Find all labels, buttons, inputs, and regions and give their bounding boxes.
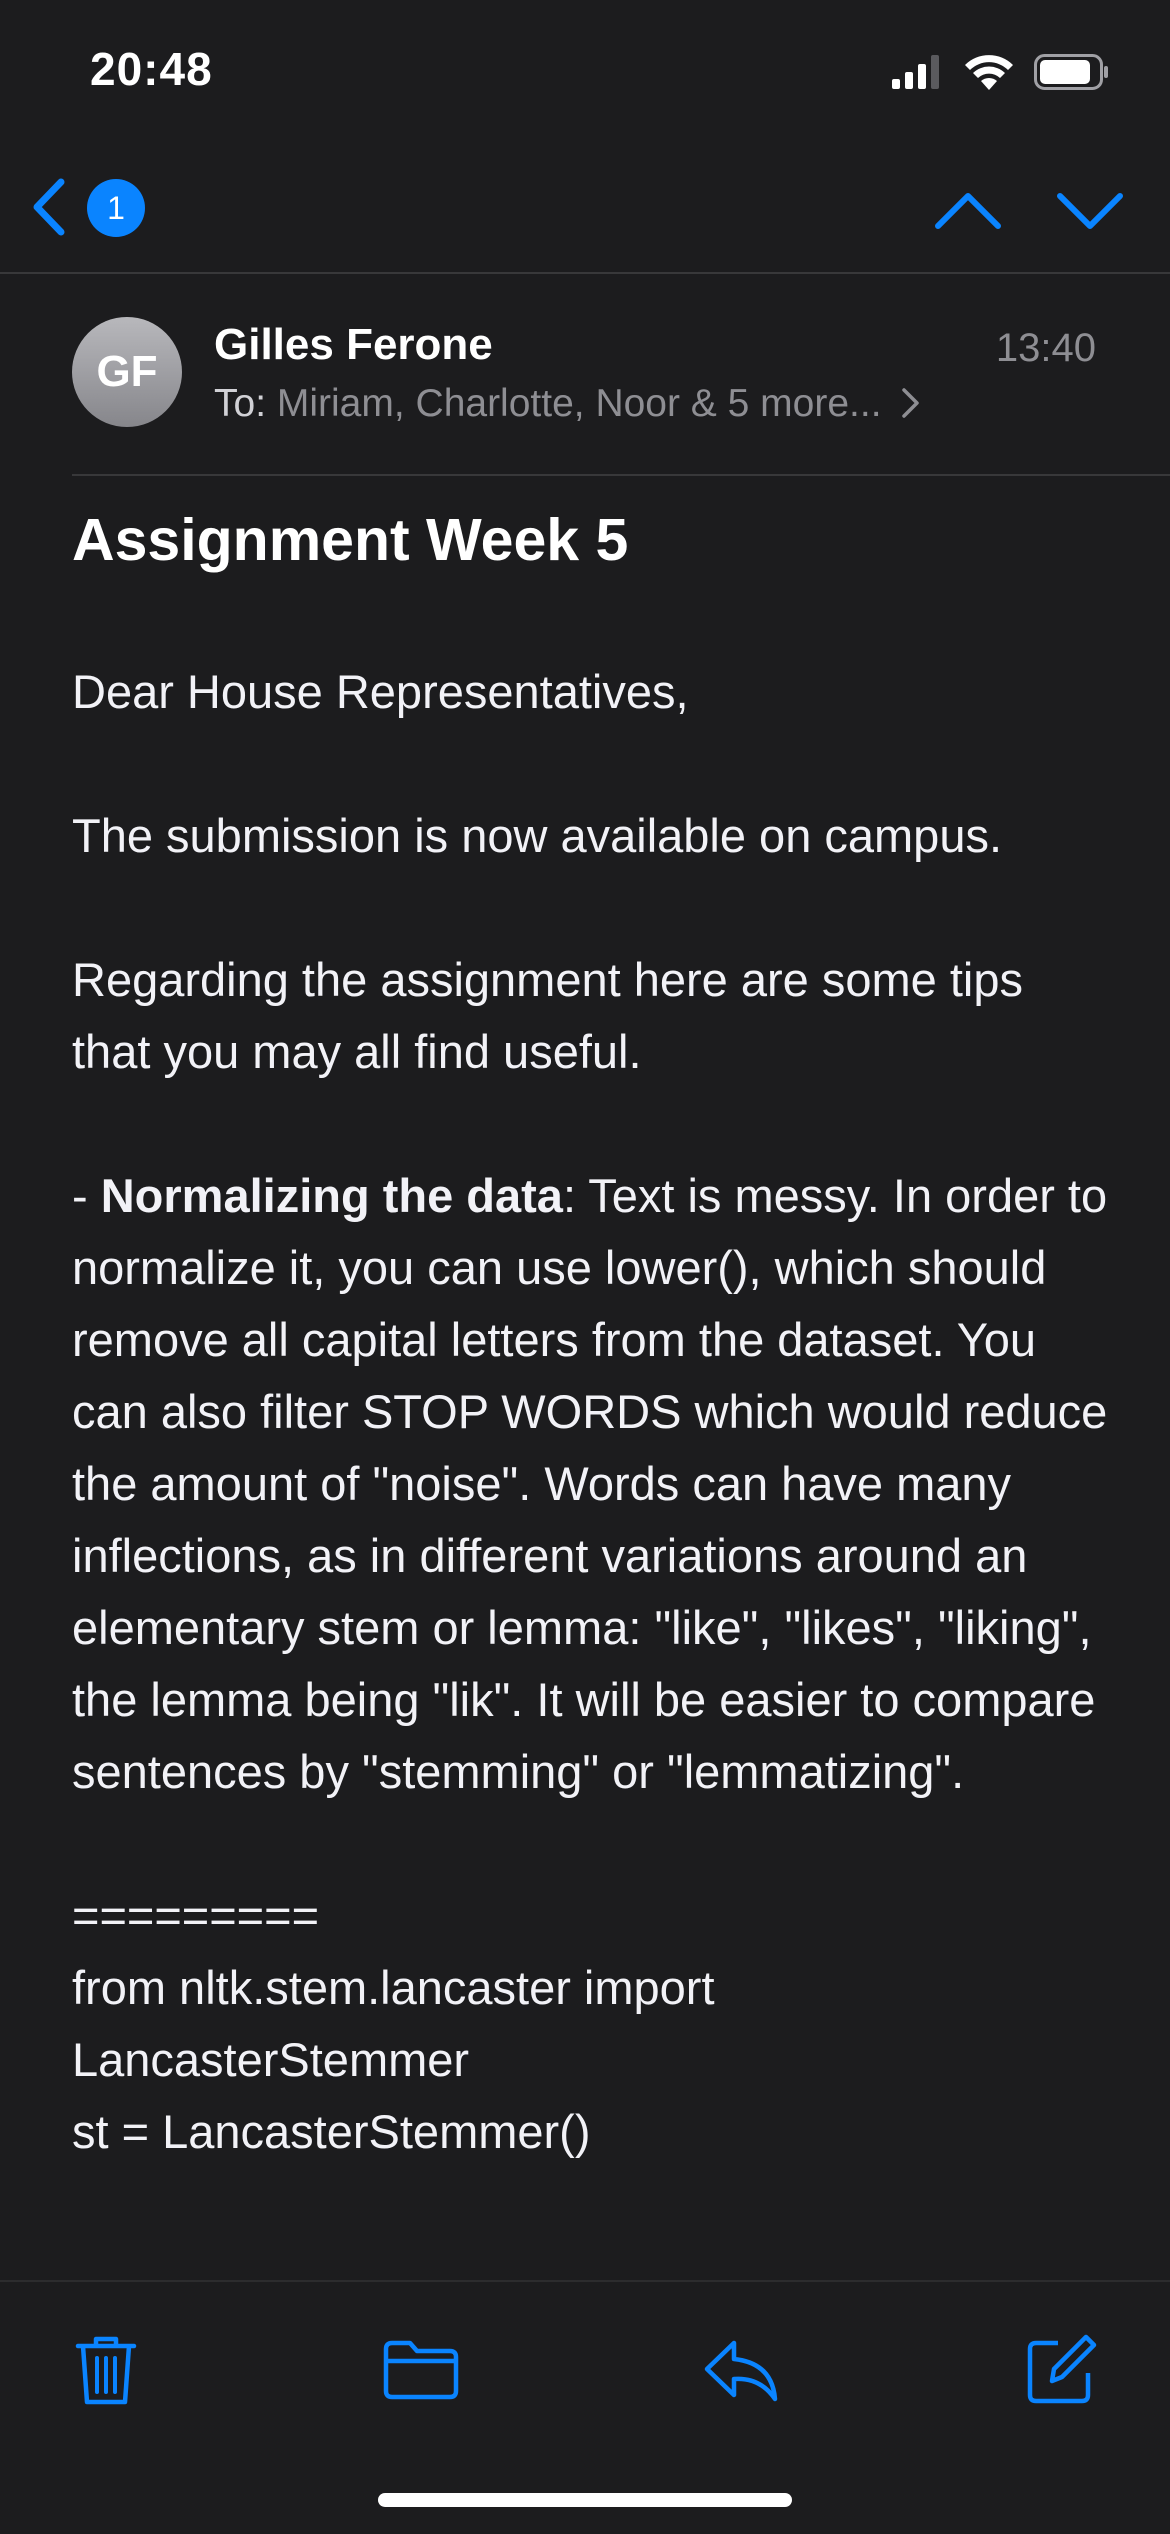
reply-button[interactable]	[701, 2330, 781, 2410]
message-time: 13:40	[995, 326, 1096, 370]
chevron-left-icon	[33, 178, 65, 236]
tip-prefix: -	[72, 1169, 101, 1222]
chevron-right-icon	[902, 388, 920, 418]
trash-icon	[75, 2336, 137, 2405]
unread-count-badge: 1	[87, 179, 145, 237]
chevron-down-icon	[1057, 193, 1123, 229]
home-indicator[interactable]	[378, 2493, 792, 2507]
avatar[interactable]: GF	[72, 317, 182, 427]
status-time: 20:48	[90, 43, 213, 95]
to-label: To:	[214, 382, 267, 425]
reply-icon	[704, 2340, 778, 2402]
tip-body: : Text is messy. In order to normalize i…	[72, 1169, 1108, 1798]
message-body: Dear House Representatives, The submissi…	[72, 656, 1112, 2168]
compose-icon	[1027, 2334, 1097, 2404]
body-paragraph: The submission is now available on campu…	[72, 809, 1003, 862]
message-header: GF Gilles Ferone 13:40 To: Miriam, Charl…	[0, 272, 1170, 477]
battery-icon	[1034, 54, 1108, 90]
back-button[interactable]	[18, 174, 78, 240]
chevron-up-icon	[935, 193, 1001, 229]
body-tip: - Normalizing the data: Text is messy. I…	[72, 1160, 1112, 1808]
body-code-line: from nltk.stem.lancaster import Lancaste…	[72, 1961, 715, 2086]
cellular-signal-icon	[892, 55, 939, 89]
recipients-list: Miriam, Charlotte, Noor & 5 more...	[276, 382, 882, 425]
move-to-folder-button[interactable]	[381, 2330, 461, 2410]
header-divider	[72, 474, 1170, 476]
body-code-line: st = LancasterStemmer()	[72, 2105, 591, 2158]
next-message-button[interactable]	[1054, 186, 1126, 236]
body-paragraph: Regarding the assignment here are some t…	[72, 953, 1023, 1078]
status-bar: 20:48	[0, 0, 1170, 150]
message-subject: Assignment Week 5	[72, 507, 629, 573]
wifi-icon	[965, 55, 1013, 90]
body-greeting: Dear House Representatives,	[72, 665, 689, 718]
previous-message-button[interactable]	[932, 186, 1004, 236]
compose-button[interactable]	[1021, 2330, 1101, 2410]
nav-bar	[0, 150, 1170, 274]
tip-title: Normalizing the data	[100, 1169, 563, 1222]
folder-icon	[383, 2340, 459, 2400]
status-icons	[892, 54, 1110, 90]
recipients-line[interactable]: To: Miriam, Charlotte, Noor & 5 more...	[214, 382, 922, 426]
body-separator: =========	[72, 1889, 320, 1942]
sender-name[interactable]: Gilles Ferone	[214, 320, 493, 370]
delete-button[interactable]	[66, 2330, 146, 2410]
